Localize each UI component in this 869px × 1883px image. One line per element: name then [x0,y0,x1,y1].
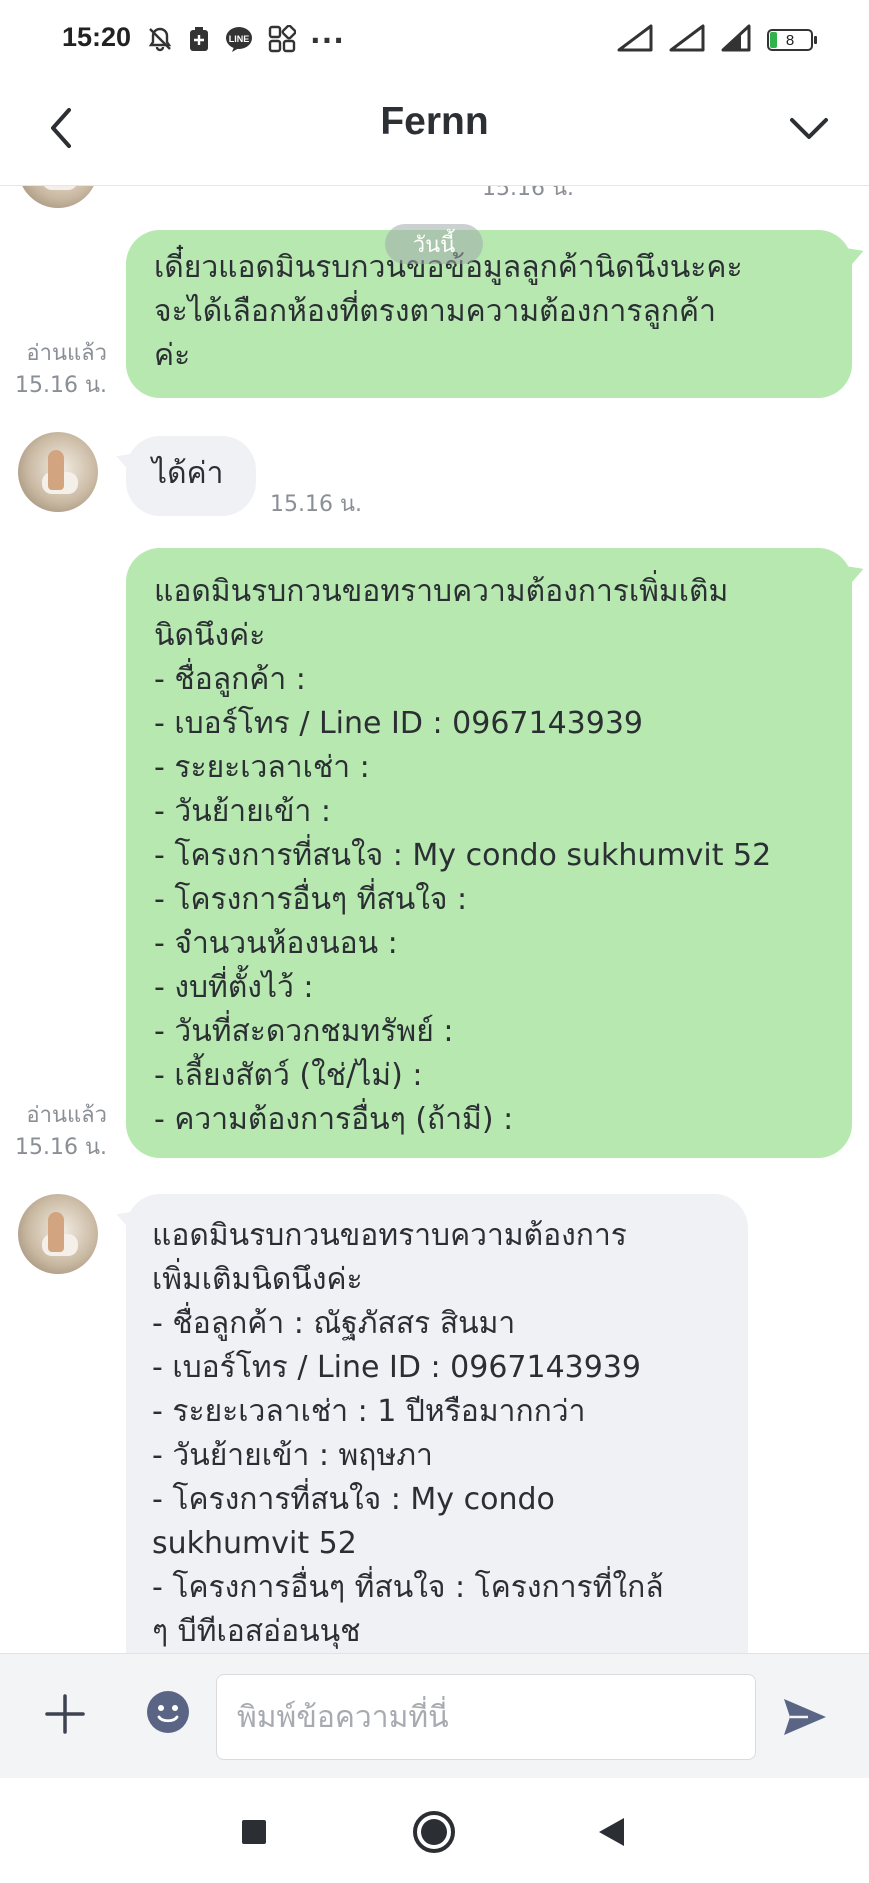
system-nav-bar [0,1778,869,1883]
status-time: 15:20 [62,22,132,52]
read-receipt: อ่านแล้ว [26,1103,107,1128]
emoji-icon [147,1691,189,1733]
message-time: 15.16 น. [14,373,107,398]
message-meta: อ่านแล้ว 15.16 น. [15,338,107,402]
message-meta: อ่านแล้ว 15.16 น. [15,1100,107,1164]
bell-muted-icon [146,25,174,57]
status-icons-left: LINE ··· [146,24,345,57]
recents-button[interactable] [226,1804,282,1860]
more-dots-icon: ··· [310,24,345,57]
send-button[interactable] [779,1692,831,1742]
avatar[interactable] [18,1194,98,1274]
status-bar: 15:20 LINE ··· 8 [0,0,869,78]
chat-title: Fernn [380,100,489,143]
their-message-bubble[interactable]: แอดมินรบกวนขอทราบความต้องการ เพิ่มเติมนิ… [126,1194,748,1653]
back-nav-button[interactable] [584,1804,640,1860]
line-app-icon: LINE [224,25,254,57]
message-input[interactable] [216,1674,756,1760]
message-input-bar [0,1653,869,1778]
line-chat-screen: 15:20 LINE ··· 8 Fernn 15.16 น. วันนี้ อ… [0,0,869,1883]
chat-header: Fernn [0,78,869,186]
their-message-bubble[interactable]: ได้ค่า [126,436,256,516]
emoji-button[interactable] [145,1689,191,1735]
back-triangle-icon [599,1818,624,1846]
chat-message-list[interactable]: 15.16 น. วันนี้ อ่านแล้ว 15.16 น. เดี๋ยว… [0,186,869,1653]
signal-icon [617,24,655,56]
signal-icon [669,24,707,56]
avatar[interactable] [18,186,98,208]
date-separator: วันนี้ [385,224,483,264]
add-attachment-button[interactable] [40,1684,90,1744]
my-message-bubble[interactable]: เดี๋ยวแอดมินรบกวนขอข้อมูลลูกค้านิดนึงนะค… [126,230,852,398]
send-icon [784,1699,826,1735]
message-time: 15.16 น. [482,186,575,201]
signal-icon [721,24,753,56]
chat-menu-button[interactable] [779,98,839,158]
recents-square-icon [242,1820,266,1844]
battery-saver-icon [188,25,210,57]
status-icons-right: 8 [617,24,817,56]
message-time: 15.16 น. [14,1135,107,1160]
home-button[interactable] [406,1804,462,1860]
battery-icon: 8 [767,29,817,51]
chevron-down-icon [790,118,828,139]
read-receipt: อ่านแล้ว [26,341,107,366]
avatar[interactable] [18,432,98,512]
svg-text:LINE: LINE [229,34,250,44]
home-circle-icon [413,1811,455,1853]
plus-icon [45,1694,85,1734]
message-time: 15.16 น. [270,492,363,517]
battery-level: 8 [785,31,795,49]
my-message-bubble[interactable]: แอดมินรบกวนขอทราบความต้องการเพิ่มเติม นิ… [126,548,852,1158]
widget-icon [268,24,297,57]
